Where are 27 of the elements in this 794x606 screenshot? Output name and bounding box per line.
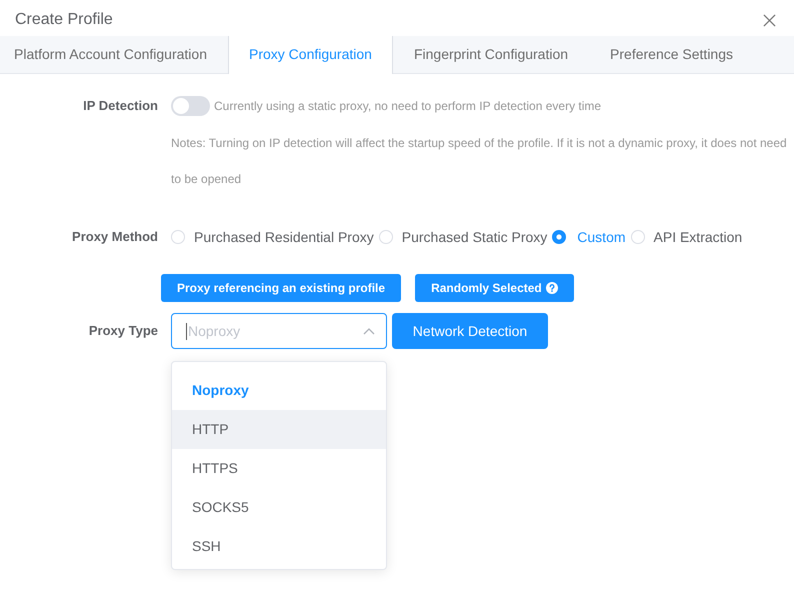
radio-option[interactable]: API Extraction (630, 229, 742, 245)
tab[interactable]: Fingerprint Configuration (392, 36, 590, 73)
radio-option[interactable]: Custom (552, 229, 626, 245)
tab[interactable]: Platform Account Configuration (0, 36, 228, 73)
dropdown-option[interactable]: HTTP (172, 410, 386, 449)
action-button[interactable]: Proxy referencing an existing profile (161, 274, 402, 302)
dropdown-option[interactable]: SOCKS5 (172, 488, 386, 527)
notes-text: Notes: Turning on IP detection will affect the startup speed of the profile. If it is not a dynamic proxy, it does not need to be opened (171, 135, 788, 188)
hint-text: Currently using a static proxy, no need to perform IP detection every time (214, 99, 602, 113)
dialog-title: Create Profile (15, 11, 113, 29)
radio-option[interactable]: Purchased Residential Proxy (171, 229, 374, 245)
tab[interactable]: Preference Settings (589, 36, 754, 73)
toggle-switch[interactable] (171, 96, 210, 116)
action-button[interactable]: Randomly Selected (415, 274, 574, 302)
network-detection-button[interactable]: Network Detection (392, 313, 548, 349)
field-label: IP Detection (82, 97, 158, 115)
close-icon[interactable] (763, 14, 776, 26)
help-icon (546, 282, 558, 294)
radio-icon[interactable] (552, 230, 566, 244)
dropdown-option[interactable]: Noproxy (172, 371, 386, 410)
text-cursor-icon (186, 322, 187, 340)
tab[interactable]: Proxy Configuration (228, 36, 393, 74)
dropdown-option[interactable]: SSH (172, 527, 386, 566)
field-label: Proxy Type (88, 322, 158, 340)
field-label: Proxy Method (71, 228, 158, 246)
dropdown-option[interactable]: HTTPS (172, 449, 386, 488)
radio-option[interactable]: Purchased Static Proxy (378, 229, 548, 245)
